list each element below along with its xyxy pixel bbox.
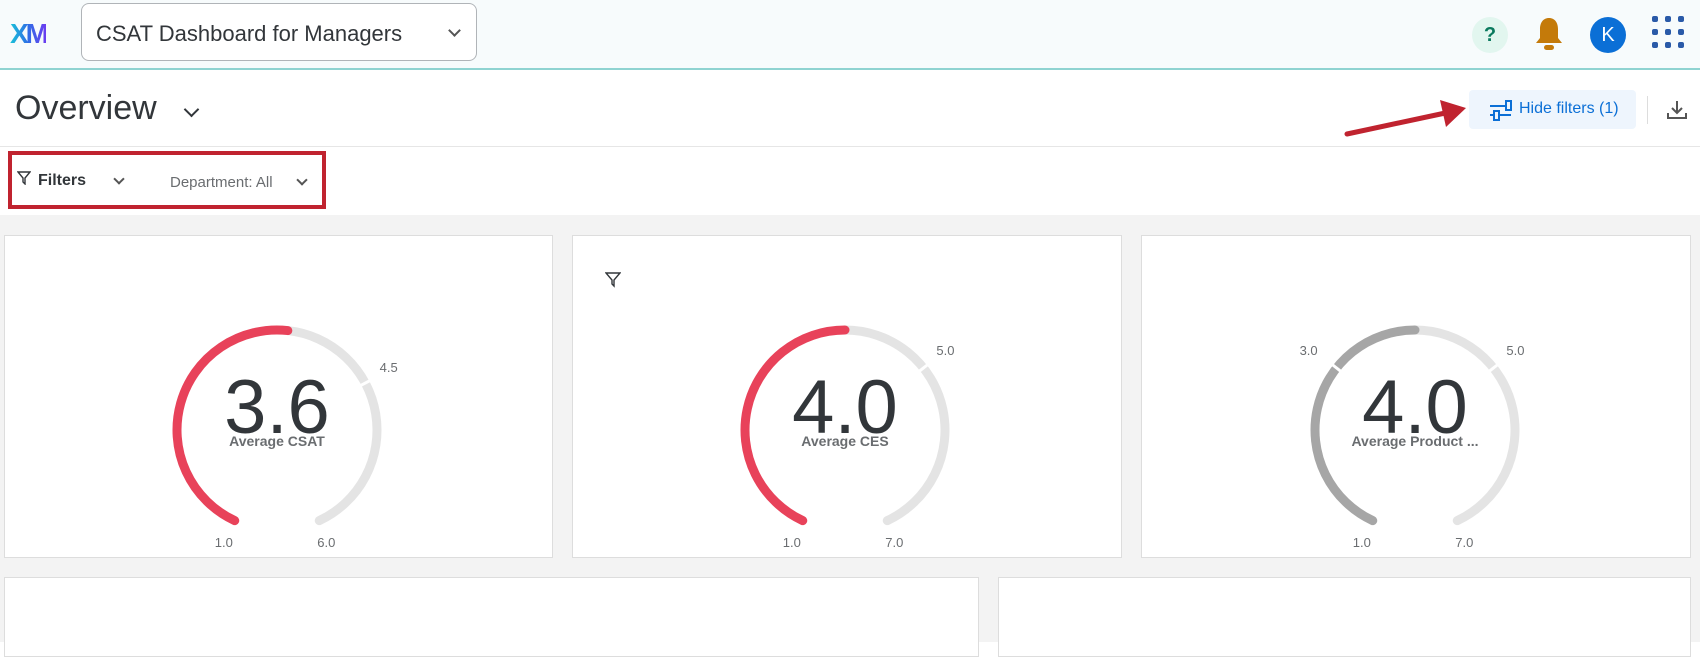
- gauge-label: Average Product ...: [1351, 433, 1479, 449]
- gauge-target-label: 5.0: [1506, 343, 1525, 359]
- gauge-min-label: 1.0: [1352, 534, 1371, 550]
- gauge-chart: [1310, 325, 1520, 526]
- gauge-target-label: 3.0: [1299, 343, 1318, 359]
- gauge-max-label: 7.0: [1455, 534, 1474, 550]
